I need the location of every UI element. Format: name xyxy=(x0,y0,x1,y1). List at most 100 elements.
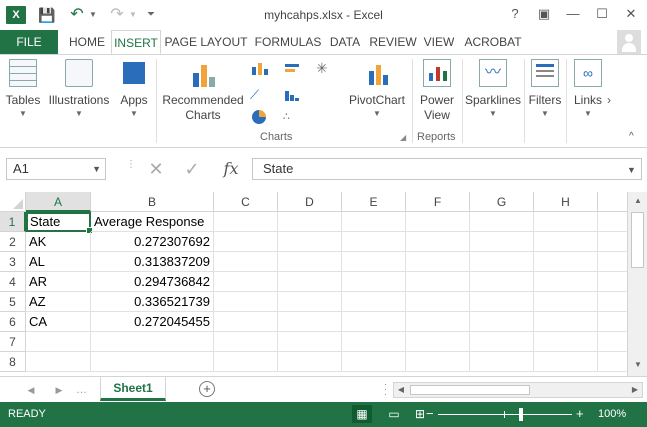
row-header[interactable]: 2 xyxy=(0,232,26,252)
empty-cell[interactable] xyxy=(598,312,627,332)
empty-cell[interactable] xyxy=(342,292,406,312)
empty-cell[interactable] xyxy=(598,212,627,232)
empty-cell[interactable] xyxy=(406,352,470,372)
empty-cell[interactable] xyxy=(406,332,470,352)
empty-cell[interactable] xyxy=(278,312,342,332)
empty-cell[interactable] xyxy=(470,252,534,272)
empty-cell[interactable] xyxy=(26,352,91,372)
cell-b2[interactable]: 0.272307692 xyxy=(91,232,214,252)
filters-button[interactable]: Filters ▼ xyxy=(526,59,564,118)
empty-cell[interactable] xyxy=(534,332,598,352)
empty-cell[interactable] xyxy=(91,352,214,372)
empty-cell[interactable] xyxy=(406,252,470,272)
cell-b3[interactable]: 0.313837209 xyxy=(91,252,214,272)
empty-cell[interactable] xyxy=(278,212,342,232)
zoom-level[interactable]: 100% xyxy=(598,408,626,420)
empty-cell[interactable] xyxy=(598,352,627,372)
enter-icon[interactable]: ✓ xyxy=(180,158,204,180)
collapse-ribbon-icon[interactable]: ^ xyxy=(629,131,634,142)
sparklines-button[interactable]: 〰 Sparklines ▼ xyxy=(464,59,522,118)
row-header[interactable]: 8 xyxy=(0,352,26,372)
tab-data[interactable]: DATA xyxy=(326,30,364,54)
empty-cell[interactable] xyxy=(342,232,406,252)
empty-cell[interactable] xyxy=(278,332,342,352)
cell-a5[interactable]: AZ xyxy=(26,292,91,312)
hierarchy-chart-icon[interactable] xyxy=(283,87,303,103)
vertical-scroll-thumb[interactable] xyxy=(631,212,644,268)
zoom-in-button[interactable]: + xyxy=(576,406,584,422)
empty-cell[interactable] xyxy=(470,272,534,292)
empty-cell[interactable] xyxy=(598,272,627,292)
empty-cell[interactable] xyxy=(214,332,278,352)
line-chart-icon[interactable]: ⟋ xyxy=(250,87,270,103)
column-header[interactable]: D xyxy=(278,192,342,212)
next-sheet-icon[interactable]: ▶ xyxy=(52,383,66,397)
column-header[interactable] xyxy=(598,192,627,212)
vertical-scrollbar[interactable]: ▲ ▼ xyxy=(627,192,647,376)
formula-bar-grip-icon[interactable]: ⋮ xyxy=(126,160,136,170)
empty-cell[interactable] xyxy=(534,312,598,332)
scatter-chart-icon[interactable]: ∴ xyxy=(283,109,303,125)
row-header[interactable]: 3 xyxy=(0,252,26,272)
ribbon-display-options-button[interactable]: ▣ xyxy=(532,4,556,24)
row-header[interactable]: 5 xyxy=(0,292,26,312)
tab-file[interactable]: FILE xyxy=(0,30,58,54)
cell-a1[interactable]: State xyxy=(26,212,93,234)
empty-cell[interactable] xyxy=(406,232,470,252)
column-header[interactable]: B xyxy=(91,192,214,212)
empty-cell[interactable] xyxy=(470,332,534,352)
add-sheet-button[interactable]: + xyxy=(199,381,215,397)
empty-cell[interactable] xyxy=(534,212,598,232)
zoom-slider-track[interactable] xyxy=(438,414,572,415)
empty-cell[interactable] xyxy=(598,232,627,252)
empty-cell[interactable] xyxy=(91,332,214,352)
minimize-button[interactable]: — xyxy=(561,4,585,24)
empty-cell[interactable] xyxy=(406,212,470,232)
cell-b6[interactable]: 0.272045455 xyxy=(91,312,214,332)
chevron-down-icon[interactable]: ▼ xyxy=(92,159,101,179)
empty-cell[interactable] xyxy=(214,292,278,312)
cell-b4[interactable]: 0.294736842 xyxy=(91,272,214,292)
worksheet-grid[interactable]: A B C D E F G H 1 2 3 4 5 6 7 8 State Ave… xyxy=(0,192,627,376)
horizontal-scrollbar[interactable]: ◀ ▶ xyxy=(393,382,643,398)
empty-cell[interactable] xyxy=(214,272,278,292)
empty-cell[interactable] xyxy=(214,312,278,332)
empty-cell[interactable] xyxy=(278,272,342,292)
row-header[interactable]: 6 xyxy=(0,312,26,332)
charts-dialog-launcher-icon[interactable]: ◢ xyxy=(400,133,406,142)
row-header[interactable]: 1 xyxy=(0,212,26,232)
empty-cell[interactable] xyxy=(406,292,470,312)
apps-button[interactable]: Apps ▼ xyxy=(114,59,154,118)
empty-cell[interactable] xyxy=(470,232,534,252)
empty-cell[interactable] xyxy=(342,352,406,372)
tab-insert[interactable]: INSERT xyxy=(111,30,161,54)
cell-b5[interactable]: 0.336521739 xyxy=(91,292,214,312)
empty-cell[interactable] xyxy=(406,312,470,332)
zoom-out-button[interactable]: − xyxy=(426,406,434,422)
power-view-button[interactable]: Power View xyxy=(414,59,460,123)
scroll-up-icon[interactable]: ▲ xyxy=(632,196,644,208)
empty-cell[interactable] xyxy=(342,252,406,272)
empty-cell[interactable] xyxy=(470,312,534,332)
empty-cell[interactable] xyxy=(214,352,278,372)
empty-cell[interactable] xyxy=(214,212,278,232)
empty-cell[interactable] xyxy=(470,352,534,372)
cell-a6[interactable]: CA xyxy=(26,312,91,332)
empty-cell[interactable] xyxy=(598,332,627,352)
cell-a4[interactable]: AR xyxy=(26,272,91,292)
help-button[interactable]: ? xyxy=(503,4,527,24)
cell-b1[interactable]: Average Response xyxy=(91,212,214,232)
empty-cell[interactable] xyxy=(342,272,406,292)
row-header[interactable]: 7 xyxy=(0,332,26,352)
tab-formulas[interactable]: FORMULAS xyxy=(252,30,324,54)
empty-cell[interactable] xyxy=(534,232,598,252)
cell-a3[interactable]: AL xyxy=(26,252,91,272)
sheet-tab-sheet1[interactable]: Sheet1 xyxy=(100,377,166,401)
links-button[interactable]: ∞ Links ▼ xyxy=(568,59,608,118)
page-layout-view-icon[interactable]: ▭ xyxy=(384,405,404,423)
empty-cell[interactable] xyxy=(26,332,91,352)
tab-home[interactable]: HOME xyxy=(64,30,110,54)
empty-cell[interactable] xyxy=(534,352,598,372)
formula-input[interactable]: State xyxy=(252,158,622,180)
avatar[interactable] xyxy=(617,30,641,54)
